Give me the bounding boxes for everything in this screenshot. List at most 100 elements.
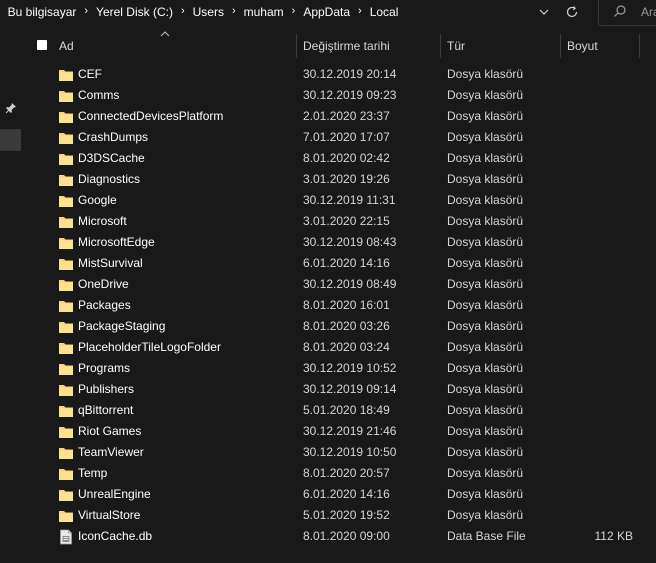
folder-icon (58, 382, 74, 398)
file-date: 30.12.2019 08:49 (303, 277, 397, 291)
file-row[interactable]: Temp 8.01.2020 20:57 Dosya klasörü (0, 463, 656, 484)
file-name: Programs (78, 361, 131, 375)
chevron-down-icon[interactable] (536, 2, 552, 22)
breadcrumb-item[interactable]: Local (370, 5, 399, 19)
file-date: 8.01.2020 03:26 (303, 319, 390, 333)
file-type: Dosya klasörü (447, 340, 524, 354)
file-row[interactable]: Packages 8.01.2020 16:01 Dosya klasörü (0, 295, 656, 316)
column-divider[interactable] (560, 34, 561, 58)
file-date: 3.01.2020 22:15 (303, 214, 390, 228)
file-type: Dosya klasörü (447, 193, 524, 207)
folder-icon (58, 130, 74, 146)
file-row[interactable]: Google 30.12.2019 11:31 Dosya klasörü (0, 190, 656, 211)
column-header-name[interactable]: Ad (59, 34, 74, 58)
chevron-right-icon[interactable]: › (181, 5, 185, 17)
column-header-type[interactable]: Tür (447, 34, 465, 58)
folder-icon (58, 466, 74, 482)
folder-icon (58, 319, 74, 335)
file-type: Dosya klasörü (447, 256, 524, 270)
breadcrumb-item[interactable]: AppData (303, 5, 350, 19)
column-header-date[interactable]: Değiştirme tarihi (303, 34, 390, 58)
file-name: PackageStaging (78, 319, 166, 333)
file-date: 8.01.2020 09:00 (303, 529, 390, 543)
file-row[interactable]: OneDrive 30.12.2019 08:49 Dosya klasörü (0, 274, 656, 295)
file-row[interactable]: Comms 30.12.2019 09:23 Dosya klasörü (0, 85, 656, 106)
file-name: OneDrive (78, 277, 129, 291)
file-name: IconCache.db (78, 529, 153, 543)
folder-icon (58, 151, 74, 167)
file-row[interactable]: PlaceholderTileLogoFolder 8.01.2020 03:24… (0, 337, 656, 358)
file-date: 30.12.2019 08:43 (303, 235, 397, 249)
file-type: Dosya klasörü (447, 403, 524, 417)
file-row[interactable]: PackageStaging 8.01.2020 03:26 Dosya klasö… (0, 316, 656, 337)
file-type: Dosya klasörü (447, 382, 524, 396)
file-row[interactable]: MicrosoftEdge 30.12.2019 08:43 Dosya klasö… (0, 232, 656, 253)
file-row[interactable]: qBittorrent 5.01.2020 18:49 Dosya klasörü (0, 400, 656, 421)
breadcrumb-item[interactable]: muham (244, 5, 284, 19)
file-name: PlaceholderTileLogoFolder (78, 340, 221, 354)
folder-icon (58, 256, 74, 272)
column-divider[interactable] (296, 34, 297, 58)
chevron-right-icon[interactable]: › (358, 5, 362, 17)
search-input[interactable]: Ara (641, 5, 656, 19)
file-type: Dosya klasörü (447, 466, 524, 480)
file-date: 8.01.2020 20:57 (303, 466, 390, 480)
file-type: Dosya klasörü (447, 508, 524, 522)
file-name: Comms (78, 88, 120, 102)
file-type: Dosya klasörü (447, 67, 524, 81)
file-date: 7.01.2020 17:07 (303, 130, 390, 144)
folder-icon (58, 487, 74, 503)
file-date: 30.12.2019 10:50 (303, 445, 397, 459)
folder-icon (58, 445, 74, 461)
file-date: 30.12.2019 21:46 (303, 424, 397, 438)
column-header-size[interactable]: Boyut (567, 34, 598, 58)
file-row[interactable]: Diagnostics 3.01.2020 19:26 Dosya klasörü (0, 169, 656, 190)
file-row[interactable]: UnrealEngine 6.01.2020 14:16 Dosya klasörü (0, 484, 656, 505)
file-row[interactable]: Programs 30.12.2019 10:52 Dosya klasörü (0, 358, 656, 379)
file-type: Dosya klasörü (447, 319, 524, 333)
file-date: 30.12.2019 10:52 (303, 361, 397, 375)
file-row[interactable]: Publishers 30.12.2019 09:14 Dosya klasörü (0, 379, 656, 400)
file-row[interactable]: Microsoft 3.01.2020 22:15 Dosya klasörü (0, 211, 656, 232)
file-row[interactable]: D3DSCache 8.01.2020 02:42 Dosya klasörü (0, 148, 656, 169)
file-row[interactable]: Riot Games 30.12.2019 21:46 Dosya klasörü (0, 421, 656, 442)
column-divider[interactable] (440, 34, 441, 58)
file-type: Dosya klasörü (447, 172, 524, 186)
folder-icon (58, 403, 74, 419)
folder-icon (58, 235, 74, 251)
breadcrumb-item[interactable]: Bu bilgisayar (8, 5, 77, 19)
db-file-icon (58, 529, 74, 545)
chevron-right-icon[interactable]: › (84, 5, 88, 17)
file-date: 5.01.2020 19:52 (303, 508, 390, 522)
folder-icon (58, 88, 74, 104)
refresh-icon[interactable] (562, 2, 582, 22)
column-divider[interactable] (639, 34, 640, 58)
file-name: Riot Games (78, 424, 142, 438)
search-box[interactable]: Ara (598, 0, 656, 26)
file-name: qBittorrent (78, 403, 134, 417)
file-size: 112 KB (594, 529, 633, 543)
folder-icon (58, 67, 74, 83)
file-row[interactable]: MistSurvival 6.01.2020 14:16 Dosya klasörü (0, 253, 656, 274)
file-row[interactable]: IconCache.db 8.01.2020 09:00 Data Base Fil… (0, 526, 656, 547)
chevron-right-icon[interactable]: › (232, 5, 236, 17)
file-type: Dosya klasörü (447, 109, 524, 123)
file-type: Dosya klasörü (447, 130, 524, 144)
file-type: Dosya klasörü (447, 361, 524, 375)
file-list: CEF 30.12.2019 20:14 Dosya klasörü Comms 30.… (0, 64, 656, 547)
file-row[interactable]: VirtualStore 5.01.2020 19:52 Dosya klasörü (0, 505, 656, 526)
breadcrumb-item[interactable]: Users (193, 5, 224, 19)
chevron-right-icon[interactable]: › (292, 5, 296, 17)
file-row[interactable]: ConnectedDevicesPlatform 2.01.2020 23:37 D… (0, 106, 656, 127)
file-row[interactable]: TeamViewer 30.12.2019 10:50 Dosya klasörü (0, 442, 656, 463)
file-row[interactable]: CrashDumps 7.01.2020 17:07 Dosya klasörü (0, 127, 656, 148)
address-bar[interactable]: › Bu bilgisayar › Yerel Disk (C:) › User… (0, 0, 656, 26)
file-name: Google (78, 193, 117, 207)
file-name: CrashDumps (78, 130, 149, 144)
file-date: 30.12.2019 09:14 (303, 382, 397, 396)
file-date: 6.01.2020 14:16 (303, 487, 390, 501)
folder-icon (58, 172, 74, 188)
file-type: Dosya klasörü (447, 298, 524, 312)
breadcrumb-item[interactable]: Yerel Disk (C:) (96, 5, 173, 19)
file-row[interactable]: CEF 30.12.2019 20:14 Dosya klasörü (0, 64, 656, 85)
